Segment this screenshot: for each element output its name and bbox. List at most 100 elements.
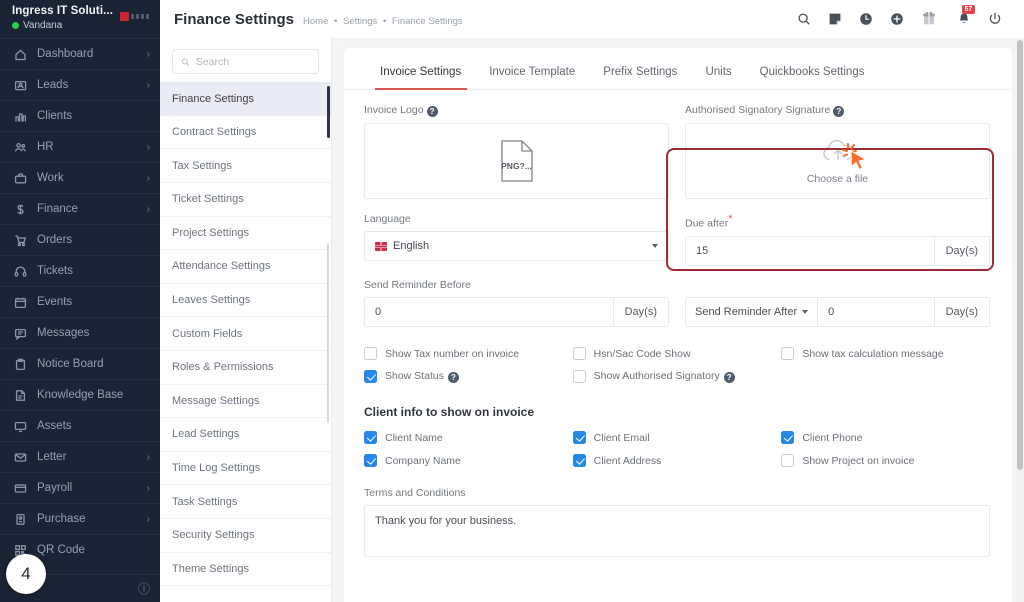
checkbox-show-status[interactable]: Show Status? (364, 366, 573, 388)
sidebar-item-notice-board[interactable]: Notice Board (0, 348, 160, 379)
settings-item-project-settings[interactable]: Project Settings (160, 217, 331, 251)
send-reminder-before-input[interactable] (365, 297, 613, 326)
tab-units[interactable]: Units (691, 66, 745, 89)
help-circle-icon[interactable]: ⓘ (138, 580, 150, 597)
checkbox-box[interactable] (781, 431, 795, 445)
settings-item-finance-settings[interactable]: Finance Settings (160, 82, 331, 116)
bell-icon[interactable]: 57 (956, 4, 975, 27)
power-icon[interactable] (987, 12, 1002, 27)
terms-textarea[interactable] (364, 504, 990, 557)
checkbox-box[interactable] (572, 431, 586, 445)
language-due-row: Language English Due after* D (364, 213, 990, 266)
settings-scrollbar-track[interactable] (327, 243, 329, 424)
sidebar-item-messages[interactable]: Messages (0, 317, 160, 348)
checkbox-hsn-sac-code-show[interactable]: Hsn/Sac Code Show (572, 343, 782, 365)
checkbox-box[interactable] (572, 370, 586, 384)
help-icon[interactable]: ? (723, 372, 735, 384)
sidebar-item-tickets[interactable]: Tickets (0, 255, 160, 286)
page-scrollbar-thumb[interactable] (1017, 40, 1023, 470)
tab-prefix-settings[interactable]: Prefix Settings (589, 66, 691, 89)
clipboard-icon (13, 357, 27, 371)
breadcrumb-settings[interactable]: Settings (343, 16, 377, 27)
settings-item-leaves-settings[interactable]: Leaves Settings (160, 284, 331, 318)
send-reminder-after-field[interactable]: Send Reminder After Day(s) (685, 296, 990, 327)
tab-quickbooks-settings[interactable]: Quickbooks Settings (746, 66, 879, 89)
main-sidebar: Ingress IT Soluti... Vandana Dashboard › L… (0, 0, 160, 602)
leads-icon (13, 78, 27, 92)
checkbox-show-project-on-invoice[interactable]: Show Project on invoice (781, 450, 990, 472)
settings-item-contract-settings[interactable]: Contract Settings (160, 116, 331, 150)
sidebar-item-payroll[interactable]: Payroll › (0, 472, 160, 503)
invoice-logo-dropzone[interactable]: PNG?... (364, 123, 669, 200)
checkbox-label: Show Authorised Signatory? (594, 370, 735, 384)
settings-item-label: Finance Settings (172, 92, 254, 105)
sidebar-item-dashboard[interactable]: Dashboard › (0, 38, 160, 69)
settings-item-security-settings[interactable]: Security Settings (160, 519, 331, 553)
checkbox-label: Show Status? (385, 370, 459, 384)
settings-scrollbar-thumb[interactable] (327, 86, 330, 139)
settings-item-task-settings[interactable]: Task Settings (160, 485, 331, 519)
settings-item-attendance-settings[interactable]: Attendance Settings (160, 250, 331, 284)
sidebar-item-events[interactable]: Events (0, 286, 160, 317)
settings-search-box[interactable] (172, 49, 319, 75)
checkbox-box[interactable] (781, 454, 795, 468)
help-icon[interactable]: ? (426, 106, 438, 118)
note-icon[interactable] (827, 12, 842, 27)
search-icon[interactable] (796, 12, 811, 27)
sidebar-item-letter[interactable]: Letter › (0, 441, 160, 472)
checkbox-show-tax-calculation-message[interactable]: Show tax calculation message (781, 343, 990, 365)
work-icon (13, 171, 27, 185)
due-after-input[interactable] (686, 236, 934, 265)
checkbox-client-name[interactable]: Client Name (364, 427, 573, 449)
send-reminder-before-field[interactable]: Day(s) (364, 296, 669, 327)
sidebar-item-purchase[interactable]: Purchase › (0, 503, 160, 534)
sidebar-item-knowledge-base[interactable]: Knowledge Base (0, 379, 160, 410)
language-select[interactable]: English (364, 231, 669, 262)
checkbox-client-phone[interactable]: Client Phone (781, 427, 990, 449)
settings-item-time-log-settings[interactable]: Time Log Settings (160, 452, 331, 486)
settings-item-tax-settings[interactable]: Tax Settings (160, 149, 331, 183)
sidebar-item-work[interactable]: Work › (0, 162, 160, 193)
signature-dropzone[interactable]: Choose a file (685, 123, 990, 200)
checkbox-box[interactable] (364, 454, 377, 468)
settings-item-lead-settings[interactable]: Lead Settings (160, 418, 331, 452)
checkbox-company-name[interactable]: Company Name (364, 450, 573, 472)
sidebar-item-finance[interactable]: Finance › (0, 193, 160, 224)
tab-invoice-template[interactable]: Invoice Template (475, 66, 589, 89)
send-reminder-after-input[interactable] (818, 297, 934, 326)
checkbox-box[interactable] (572, 454, 586, 468)
sidebar-item-leads[interactable]: Leads › (0, 69, 160, 100)
sidebar-item-orders[interactable]: Orders (0, 224, 160, 255)
gift-icon[interactable] (920, 9, 940, 29)
settings-item-custom-fields[interactable]: Custom Fields (160, 317, 331, 351)
checkbox-box[interactable] (781, 347, 795, 361)
search-input[interactable] (195, 55, 310, 68)
settings-item-theme-settings[interactable]: Theme Settings (160, 553, 331, 587)
checkbox-box[interactable] (364, 370, 377, 384)
settings-item-label: Message Settings (172, 394, 260, 407)
page-scrollbar[interactable] (1016, 40, 1024, 602)
checkbox-box[interactable] (364, 431, 377, 445)
due-after-field[interactable]: Day(s) (685, 235, 990, 266)
checkbox-box[interactable] (364, 347, 377, 361)
sidebar-item-clients[interactable]: Clients (0, 100, 160, 131)
checkbox-show-authorised-signatory[interactable]: Show Authorised Signatory? (572, 366, 782, 388)
brand-logo-icon (120, 12, 150, 21)
clock-icon[interactable] (858, 12, 873, 27)
plus-circle-icon[interactable] (889, 12, 904, 27)
sidebar-item-label: Leads (37, 79, 69, 91)
checkbox-client-email[interactable]: Client Email (572, 427, 782, 449)
sidebar-item-assets[interactable]: Assets (0, 410, 160, 441)
help-icon[interactable]: ? (833, 106, 845, 118)
send-reminder-after-dropdown[interactable]: Send Reminder After (686, 297, 819, 326)
checkbox-show-tax-number-on-invoice[interactable]: Show Tax number on invoice (364, 343, 573, 365)
breadcrumb-home[interactable]: Home (303, 16, 328, 27)
help-icon[interactable]: ? (447, 372, 459, 384)
checkbox-client-address[interactable]: Client Address (572, 450, 782, 472)
checkbox-box[interactable] (572, 347, 586, 361)
settings-item-roles-permissions[interactable]: Roles & Permissions (160, 351, 331, 385)
settings-item-ticket-settings[interactable]: Ticket Settings (160, 183, 331, 217)
sidebar-item-hr[interactable]: HR › (0, 131, 160, 162)
settings-item-message-settings[interactable]: Message Settings (160, 385, 331, 419)
tab-invoice-settings[interactable]: Invoice Settings (360, 66, 475, 91)
